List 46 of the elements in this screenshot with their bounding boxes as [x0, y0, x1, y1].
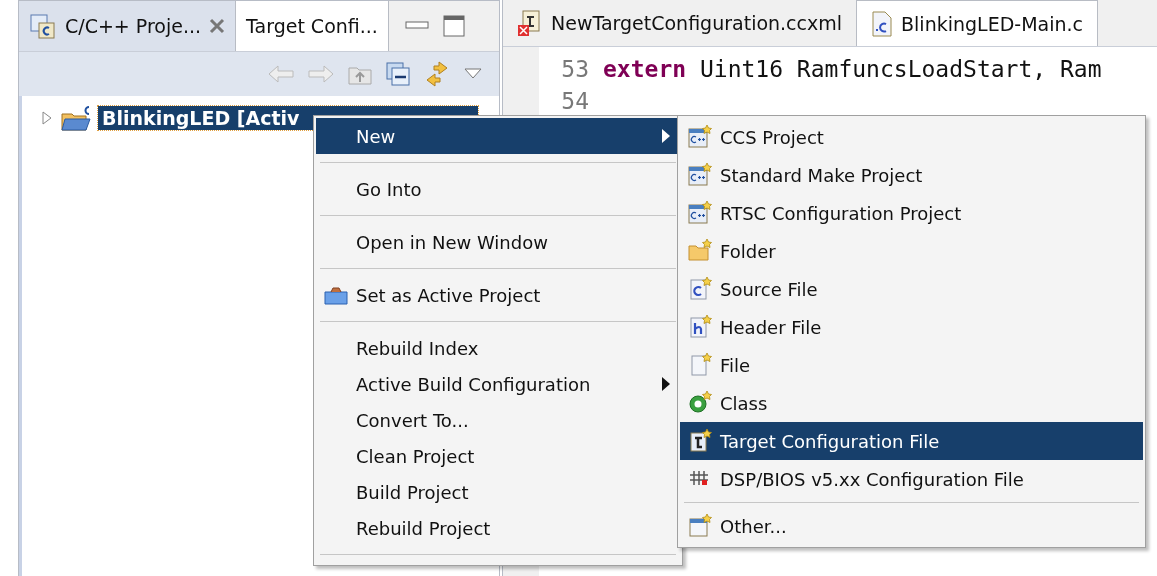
- menu-item[interactable]: Target Configuration File: [680, 422, 1143, 460]
- project-folder-icon: [60, 104, 92, 132]
- menu-item[interactable]: DSP/BIOS v5.xx Configuration File: [680, 460, 1143, 498]
- line-number: 54: [560, 88, 590, 114]
- cpp-project-icon: [687, 200, 713, 226]
- menu-item[interactable]: File: [680, 346, 1143, 384]
- expand-arrow-icon[interactable]: [40, 109, 54, 127]
- c-file-icon: [687, 276, 713, 302]
- menu-item[interactable]: Convert To...: [316, 402, 680, 438]
- class-icon: [687, 390, 713, 416]
- window-icon: [687, 513, 713, 539]
- folder-icon: [687, 238, 713, 264]
- menu-item[interactable]: Source File: [680, 270, 1143, 308]
- menu-item[interactable]: Build Project: [316, 474, 680, 510]
- menu-item[interactable]: Standard Make Project: [680, 156, 1143, 194]
- close-icon[interactable]: [209, 18, 226, 34]
- view-menu-icon[interactable]: [463, 67, 483, 81]
- line-number: 53: [560, 56, 590, 82]
- menu-item[interactable]: RTSC Configuration Project: [680, 194, 1143, 232]
- view-tab[interactable]: C/C++ Proje...: [19, 1, 237, 51]
- menu-item[interactable]: Class: [680, 384, 1143, 422]
- config-file-error-icon: [517, 9, 543, 37]
- target-file-icon: [687, 428, 713, 454]
- collapse-all-icon[interactable]: [385, 61, 411, 87]
- minimize-icon[interactable]: [404, 21, 429, 31]
- view-tab[interactable]: Target Confi...: [236, 1, 389, 51]
- cpp-project-icon: [687, 124, 713, 150]
- menu-item[interactable]: Rebuild Index: [316, 330, 680, 366]
- code-line: extern Uint16 RamfuncsLoadStart, Ram: [603, 56, 1102, 82]
- menu-item[interactable]: New: [316, 118, 680, 154]
- menu-item[interactable]: Go Into: [316, 171, 680, 207]
- editor-tab[interactable]: BlinkingLED-Main.c: [857, 0, 1098, 46]
- maximize-icon[interactable]: [442, 15, 465, 37]
- c-file-icon: [871, 9, 894, 38]
- menu-item[interactable]: Folder: [680, 232, 1143, 270]
- menu-item[interactable]: Open in New Window: [316, 224, 680, 260]
- menu-item[interactable]: Header File: [680, 308, 1143, 346]
- cpp-project-icon: [687, 162, 713, 188]
- menu-item[interactable]: Rebuild Project: [316, 510, 680, 546]
- menu-item[interactable]: Other...: [680, 507, 1143, 545]
- menu-item[interactable]: Set as Active Project: [316, 277, 680, 313]
- menu-item[interactable]: Active Build Configuration: [316, 366, 680, 402]
- h-file-icon: [687, 314, 713, 340]
- menu-item[interactable]: Clean Project: [316, 438, 680, 474]
- menu-item[interactable]: CCS Project: [680, 118, 1143, 156]
- project-explorer-icon: [29, 12, 57, 40]
